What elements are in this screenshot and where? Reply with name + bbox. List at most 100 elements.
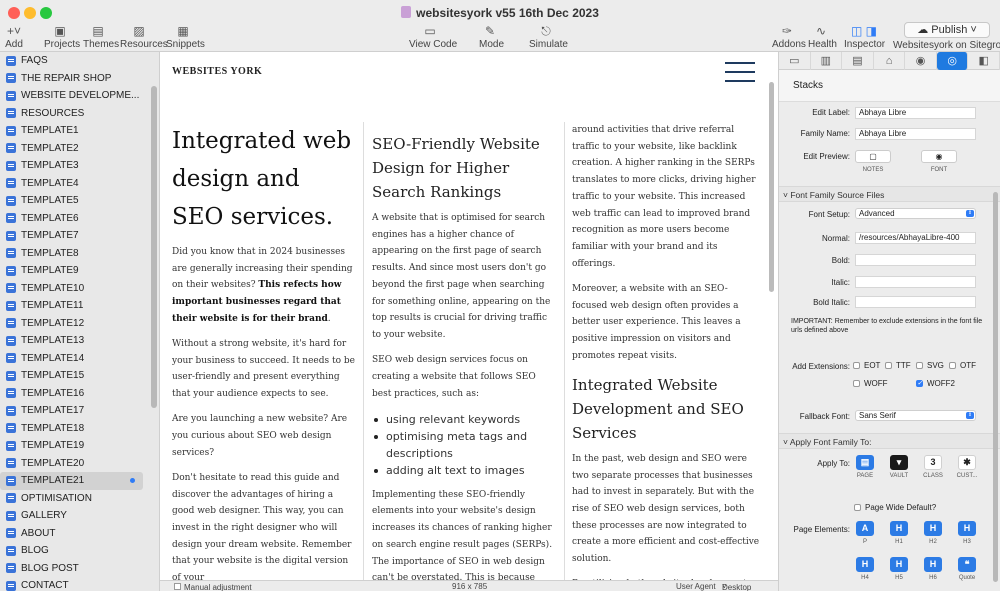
user-agent-select[interactable]: Desktop ˅	[722, 582, 751, 591]
hamburger-menu-icon[interactable]	[725, 62, 755, 89]
sidebar-page-item[interactable]: TEMPLATE10	[0, 280, 159, 298]
sidebar-page-item[interactable]: TEMPLATE12	[0, 315, 159, 333]
sidebar-page-item[interactable]: OPTIMISATION	[0, 490, 159, 508]
sidebar-page-item[interactable]: TEMPLATE6	[0, 210, 159, 228]
sidebar-page-item[interactable]: THE REPAIR SHOP	[0, 70, 159, 88]
sidebar-page-item[interactable]: TEMPLATE7	[0, 227, 159, 245]
addons-button[interactable]: ✑ Addons	[772, 24, 806, 50]
element-quote-button[interactable]: ❝	[958, 557, 976, 572]
sidebar-page-item[interactable]: BLOG	[0, 542, 159, 560]
sidebar-page-item[interactable]: TEMPLATE9	[0, 262, 159, 280]
element-p-button[interactable]: A	[856, 521, 874, 536]
sidebar-page-label: TEMPLATE21	[21, 475, 85, 487]
checkbox[interactable]	[853, 362, 860, 369]
sidebar-page-item[interactable]: TEMPLATE4	[0, 175, 159, 193]
edit-label-input[interactable]: Abhaya Libre	[855, 107, 976, 119]
woff-option[interactable]: WOFF	[853, 379, 888, 388]
mode-button[interactable]: ✎ Mode	[479, 24, 504, 50]
bold-font-input[interactable]	[855, 254, 976, 266]
list-item: optimising meta tags and descriptions	[372, 428, 556, 462]
sidebar-page-item[interactable]: TEMPLATE21	[0, 472, 143, 490]
sidebar-page-label: TEMPLATE2	[21, 142, 79, 154]
inspector-scrollbar[interactable]	[993, 192, 998, 582]
manual-adjustment-toggle[interactable]: Manual adjustment	[174, 582, 252, 591]
fallback-font-select[interactable]: Sans Serif ⇕	[855, 410, 976, 421]
sidebar-page-item[interactable]: TEMPLATE5	[0, 192, 159, 210]
source-files-section-header[interactable]: ˅ Font Family Source Files	[779, 186, 1000, 202]
apply-page-button[interactable]: ▤	[856, 455, 874, 470]
inspector-button[interactable]: ◫ ◨ Inspector	[844, 24, 885, 50]
element-h1-button[interactable]: H	[890, 521, 908, 536]
sidebar-page-item[interactable]: BLOG POST	[0, 560, 159, 578]
circle-tab-icon[interactable]: ◉	[905, 52, 937, 70]
eye-icon: ◉	[935, 152, 943, 161]
checkbox[interactable]	[885, 362, 892, 369]
sidebar-page-item[interactable]: TEMPLATE19	[0, 437, 159, 455]
element-h6-button[interactable]: H	[924, 557, 942, 572]
tag-tab-icon[interactable]: ⌂	[874, 52, 906, 70]
themes-button[interactable]: ▤ Themes	[83, 24, 119, 50]
sidebar-page-item[interactable]: TEMPLATE14	[0, 350, 159, 368]
health-button[interactable]: ∿ Health	[808, 24, 837, 50]
element-h4-button[interactable]: H	[856, 557, 874, 572]
font-setup-select[interactable]: Advanced ⇕	[855, 208, 976, 219]
otf-option[interactable]: OTF	[949, 361, 976, 370]
sidebar-page-item[interactable]: TEMPLATE16	[0, 385, 159, 403]
italic-font-input[interactable]	[855, 276, 976, 288]
add-button[interactable]: +˅ Add	[2, 24, 26, 50]
view-code-button[interactable]: ▭ View Code	[409, 24, 457, 50]
bold-italic-font-input[interactable]	[855, 296, 976, 308]
sidebar-page-item[interactable]: FAQS	[0, 52, 159, 70]
element-h5-button[interactable]: H	[890, 557, 908, 572]
apply-vault-button[interactable]: ▾	[890, 455, 908, 470]
sidebar-page-item[interactable]: TEMPLATE20	[0, 455, 159, 473]
sidebar-page-item[interactable]: GALLERY	[0, 507, 159, 525]
sidebar-page-item[interactable]: TEMPLATE11	[0, 297, 159, 315]
sidebar-page-item[interactable]: TEMPLATE13	[0, 332, 159, 350]
sidebar-page-item[interactable]: WEBSITE DEVELOPME...	[0, 87, 159, 105]
sidebar-page-item[interactable]: RESOURCES	[0, 105, 159, 123]
sidebar-page-item[interactable]: TEMPLATE18	[0, 420, 159, 438]
site-logo[interactable]: WEBSITES YORK	[172, 66, 262, 77]
canvas-scrollbar[interactable]	[769, 82, 774, 292]
sidebar-page-item[interactable]: TEMPLATE1	[0, 122, 159, 140]
checkbox[interactable]	[949, 362, 956, 369]
woff2-option[interactable]: WOFF2	[916, 379, 955, 388]
font-preview-button[interactable]: ◉	[921, 150, 957, 163]
layout-tab-icon[interactable]: ▥	[811, 52, 843, 70]
checkbox[interactable]	[916, 362, 923, 369]
snippets-button[interactable]: ▦ Snippets	[166, 24, 205, 50]
checkbox[interactable]	[854, 504, 861, 511]
sidebar-page-item[interactable]: CONTACT	[0, 577, 159, 591]
normal-font-input[interactable]: /resources/AbhayaLibre-400	[855, 232, 976, 244]
checkbox[interactable]	[174, 583, 181, 590]
svg-option[interactable]: SVG	[916, 361, 944, 370]
sidebar-page-item[interactable]: TEMPLATE2	[0, 140, 159, 158]
sidebar-page-item[interactable]: ABOUT	[0, 525, 159, 543]
notes-button[interactable]: ▢	[855, 150, 891, 163]
apply-section-header[interactable]: ˅ Apply Font Family To:	[779, 433, 1000, 449]
sidebar-scrollbar[interactable]	[151, 86, 157, 408]
resources-button[interactable]: ▨ Resources	[120, 24, 168, 50]
checkbox[interactable]	[853, 380, 860, 387]
sidebar-page-item[interactable]: TEMPLATE17	[0, 402, 159, 420]
apply-custom-button[interactable]: ✱	[958, 455, 976, 470]
page-wide-default-option[interactable]: Page Wide Default?	[854, 503, 936, 512]
family-name-input[interactable]: Abhaya Libre	[855, 128, 976, 140]
checkbox-checked[interactable]	[916, 379, 923, 387]
stack-tab-icon[interactable]: ▤	[842, 52, 874, 70]
apply-class-button[interactable]: 3	[924, 455, 942, 470]
eot-option[interactable]: EOT	[853, 361, 880, 370]
projects-button[interactable]: ▣ Projects	[44, 24, 80, 50]
page-tab-icon[interactable]: ▭	[779, 52, 811, 70]
sidebar-page-item[interactable]: TEMPLATE3	[0, 157, 159, 175]
sidebar-page-item[interactable]: TEMPLATE15	[0, 367, 159, 385]
simulate-button[interactable]: ⎋ Simulate	[529, 24, 568, 50]
stacks-settings-tab-icon[interactable]: ◎	[936, 52, 969, 70]
sidebar-tab-icon[interactable]: ◧	[968, 52, 1000, 70]
element-h2-button[interactable]: H	[924, 521, 942, 536]
publish-button[interactable]: ☁ Publish ˅	[904, 22, 990, 38]
ttf-option[interactable]: TTF	[885, 361, 911, 370]
sidebar-page-item[interactable]: TEMPLATE8	[0, 245, 159, 263]
element-h3-button[interactable]: H	[958, 521, 976, 536]
